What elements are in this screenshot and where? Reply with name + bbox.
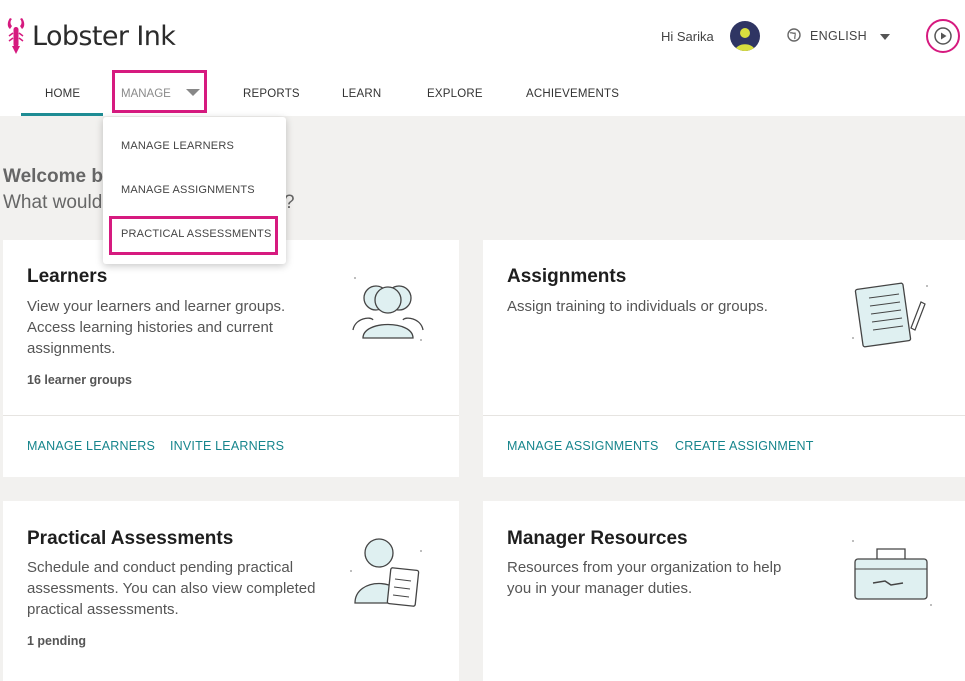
lobster-logo-icon — [7, 18, 25, 54]
nav-active-indicator — [21, 113, 103, 116]
learner-groups-count: 16 learner groups — [27, 373, 132, 387]
user-avatar-icon[interactable] — [730, 21, 760, 51]
pending-count: 1 pending — [27, 634, 87, 648]
greeting-text: Hi Sarika — [661, 29, 714, 44]
card-title: Learners — [27, 266, 108, 287]
nav-learn[interactable]: LEARN — [342, 88, 381, 100]
manage-dropdown-menu: MANAGE LEARNERS MANAGE ASSIGNMENTS PRACT… — [103, 117, 286, 264]
card-description: Resources from your organization to help… — [507, 559, 782, 597]
card-title: Practical Assessments — [27, 528, 234, 549]
person-clipboard-icon — [350, 538, 422, 607]
play-icon — [934, 27, 952, 45]
create-assignment-link[interactable]: CREATE ASSIGNMENT — [675, 439, 814, 453]
learners-group-icon — [352, 277, 424, 341]
welcome-subheading: What would — [3, 192, 103, 213]
language-selector[interactable]: ENGLISH — [810, 29, 867, 43]
nav-explore[interactable]: EXPLORE — [427, 88, 483, 100]
card-title: Assignments — [507, 266, 627, 287]
globe-icon[interactable] — [786, 27, 802, 43]
menu-item-manage-assignments[interactable]: MANAGE ASSIGNMENTS — [121, 184, 255, 196]
card-description: Schedule and conduct pending practical a… — [27, 559, 316, 618]
chevron-down-icon[interactable] — [880, 34, 890, 40]
toolbox-icon — [852, 540, 932, 606]
logo-text: Lobster Ink — [32, 20, 176, 52]
play-button[interactable] — [926, 19, 960, 53]
manage-assignments-link[interactable]: MANAGE ASSIGNMENTS — [507, 439, 659, 453]
manage-learners-link[interactable]: MANAGE LEARNERS — [27, 439, 155, 453]
logo[interactable]: Lobster Ink — [6, 16, 176, 56]
nav-home[interactable]: HOME — [45, 88, 80, 100]
welcome-heading: Welcome b — [3, 166, 103, 187]
nav-manage[interactable]: MANAGE — [121, 88, 171, 100]
practical-assessments-card: Practical Assessments Schedule and condu… — [3, 501, 459, 681]
menu-item-practical-assessments[interactable]: PRACTICAL ASSESSMENTS — [121, 228, 272, 240]
manager-resources-card: Manager Resources Resources from your or… — [483, 501, 965, 681]
nav-achievements[interactable]: ACHIEVEMENTS — [526, 88, 619, 100]
card-title: Manager Resources — [507, 528, 688, 549]
chevron-down-icon[interactable] — [186, 89, 200, 96]
card-description: View your learners and learner groups. A… — [27, 298, 286, 357]
invite-learners-link[interactable]: INVITE LEARNERS — [170, 439, 284, 453]
notebook-pencil-icon — [852, 282, 928, 348]
card-footer: MANAGE LEARNERS INVITE LEARNERS — [3, 415, 459, 477]
learners-card: Learners View your learners and learner … — [3, 240, 459, 477]
assignments-card: Assignments Assign training to individua… — [483, 240, 965, 477]
nav-reports[interactable]: REPORTS — [243, 88, 300, 100]
top-bar: Lobster Ink Hi Sarika ENGLISH HOME MANAG… — [0, 0, 965, 116]
card-description: Assign training to individuals or groups… — [507, 298, 768, 315]
menu-item-manage-learners[interactable]: MANAGE LEARNERS — [121, 140, 234, 152]
card-footer: MANAGE ASSIGNMENTS CREATE ASSIGNMENT — [483, 415, 965, 477]
